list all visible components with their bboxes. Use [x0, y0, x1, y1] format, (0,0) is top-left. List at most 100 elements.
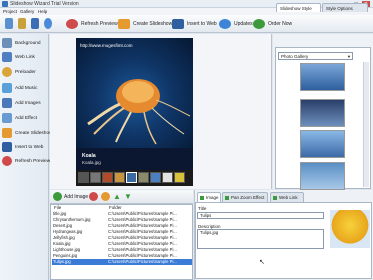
move-up-icon[interactable]: ▲	[113, 192, 122, 201]
image-tab-icon	[200, 195, 204, 200]
create-icon	[2, 128, 12, 138]
open-icon[interactable]	[18, 18, 26, 29]
tab-slideshow-style[interactable]: Slideshow Style	[276, 3, 321, 12]
thumbnail[interactable]	[78, 172, 89, 183]
updates-button[interactable]: Updates	[219, 18, 253, 30]
title-field[interactable]: Tulips	[197, 212, 324, 219]
thumbnail[interactable]	[126, 172, 137, 183]
updates-icon	[219, 19, 231, 29]
file-name: Desert.jpg	[53, 223, 73, 228]
thumbnail[interactable]	[150, 172, 161, 183]
thumbnail[interactable]	[102, 172, 113, 183]
file-folder: C:\Users\Public\Pictures\Sample Pi...	[108, 211, 177, 216]
thumbnail[interactable]	[90, 172, 101, 183]
order-now-button[interactable]: Order Now	[253, 18, 292, 30]
web-icon	[2, 142, 12, 152]
menu-help[interactable]: Help	[38, 9, 47, 14]
refresh-preview-button[interactable]: Refresh Preview	[66, 18, 118, 30]
tab-pan-zoom-effect[interactable]: Pan Zoom Effect	[222, 192, 268, 202]
files-toolbar: Add Image ▲ ▼	[50, 190, 193, 204]
description-field[interactable]: Tulips.jpg	[197, 229, 324, 249]
new-icon[interactable]	[5, 18, 13, 29]
app-icon	[2, 1, 8, 7]
help-icon[interactable]	[44, 18, 52, 29]
file-folder: C:\Users\Public\Pictures\Sample Pi...	[108, 223, 177, 228]
tab-pan-zoom-label: Pan Zoom Effect	[231, 195, 265, 200]
add-image-button[interactable]: Add Image	[64, 194, 88, 200]
style-thumbnail[interactable]	[300, 99, 345, 127]
file-folder: C:\Users\Public\Pictures\Sample Pi...	[108, 217, 177, 222]
sidebar-item-add-effect[interactable]: Add Effect	[2, 111, 48, 125]
title-label: Title	[198, 206, 207, 211]
order-now-label: Order Now	[268, 21, 293, 27]
thumbnail[interactable]	[162, 172, 173, 183]
file-name: Chrysanthemum.jpg	[53, 217, 91, 222]
tab-image-label: Image	[206, 195, 219, 200]
tab-image[interactable]: Image	[197, 192, 221, 202]
style-select[interactable]: Photo Gallery ▼	[278, 52, 353, 60]
sidebar-item-background[interactable]: Background	[2, 36, 48, 50]
music-icon	[2, 83, 12, 93]
column-header-file[interactable]: File	[54, 205, 61, 210]
preview-url[interactable]: http://www.mugesfimt.com	[80, 43, 133, 48]
style-thumbnail[interactable]	[300, 63, 345, 91]
style-thumbnail[interactable]	[300, 130, 345, 158]
window-title: Slideshow Wizard Trial Version	[10, 1, 79, 7]
sidebar-item-preloader[interactable]: Preloader	[2, 65, 48, 79]
sidebar-item-insert-to-web[interactable]: Insert to Web	[2, 140, 48, 154]
file-name: title.jpg	[53, 211, 67, 216]
save-icon[interactable]	[31, 18, 39, 29]
slide-caption-title: Koala	[82, 153, 96, 159]
sidebar-item-label: Insert to Web	[15, 144, 44, 150]
file-folder: C:\Users\Public\Pictures\Sample Pi...	[108, 247, 177, 252]
file-name: Penguins.jpg	[53, 253, 78, 258]
tab-style-options[interactable]: Style Options	[322, 3, 368, 12]
remove-icon[interactable]	[89, 192, 98, 201]
edit-icon[interactable]	[101, 192, 110, 201]
thumbnail[interactable]	[174, 172, 185, 183]
link-icon	[2, 52, 12, 62]
thumbnail[interactable]	[138, 172, 149, 183]
sidebar-item-add-music[interactable]: Add Music	[2, 81, 48, 95]
create-slideshow-label: Create Slideshow	[133, 21, 173, 27]
tab-web-link[interactable]: Web Link	[270, 192, 304, 202]
create-slideshow-button[interactable]: Create Slideshow	[118, 18, 172, 30]
file-folder: C:\Users\Public\Pictures\Sample Pi...	[108, 259, 177, 264]
style-scrollbar[interactable]	[363, 62, 369, 187]
menu-project[interactable]: Project	[3, 9, 17, 14]
images-icon	[2, 98, 12, 108]
refresh-icon	[2, 156, 12, 166]
move-down-icon[interactable]: ▼	[124, 192, 133, 201]
sidebar-item-add-images[interactable]: Add Images	[2, 96, 48, 110]
sidebar-item-label: Create Slideshow	[15, 130, 53, 136]
jellyfish-image	[87, 79, 191, 145]
sidebar-item-refresh-preview[interactable]: Refresh Preview	[2, 154, 50, 168]
sidebar-item-label: Add Images	[15, 100, 41, 106]
effect-icon	[2, 113, 12, 123]
sidebar-item-label: Preloader	[15, 69, 36, 75]
preview-photo-jellyfish	[76, 38, 193, 148]
refresh-preview-label: Refresh Preview	[81, 21, 118, 27]
mouse-cursor-icon: ↖	[259, 259, 265, 266]
file-name: Koala.jpg	[53, 241, 71, 246]
insert-to-web-button[interactable]: Insert to Web	[172, 18, 217, 30]
column-header-folder[interactable]: Folder	[109, 205, 122, 210]
sidebar-item-label: Web Link	[15, 54, 35, 60]
sidebar-item-web-link[interactable]: Web Link	[2, 50, 48, 64]
sidebar-item-create-slideshow[interactable]: Create Slideshow	[2, 126, 53, 140]
updates-label: Updates	[234, 21, 253, 27]
table-row-selected[interactable]: Tulips.jpg C:\Users\Public\Pictures\Sampl…	[52, 259, 192, 265]
file-folder: C:\Users\Public\Pictures\Sample Pi...	[108, 253, 177, 258]
chevron-down-icon: ▼	[347, 54, 351, 59]
style-thumbnail[interactable]	[300, 162, 345, 190]
menu-gallery[interactable]: Gallery	[20, 9, 34, 14]
thumbnail[interactable]	[114, 172, 125, 183]
background-icon	[2, 38, 12, 48]
sidebar: Background Web Link Preloader Add Music …	[0, 34, 53, 280]
add-icon[interactable]	[53, 192, 62, 201]
file-folder: C:\Users\Public\Pictures\Sample Pi...	[108, 241, 177, 246]
slide-caption-file: Koala.jpg	[82, 160, 101, 165]
slideshow-preview[interactable]: http://www.mugesfimt.com Koala Koala.jpg	[76, 38, 193, 170]
tab-web-link-label: Web Link	[279, 195, 298, 200]
thumbnail-strip	[76, 170, 193, 186]
